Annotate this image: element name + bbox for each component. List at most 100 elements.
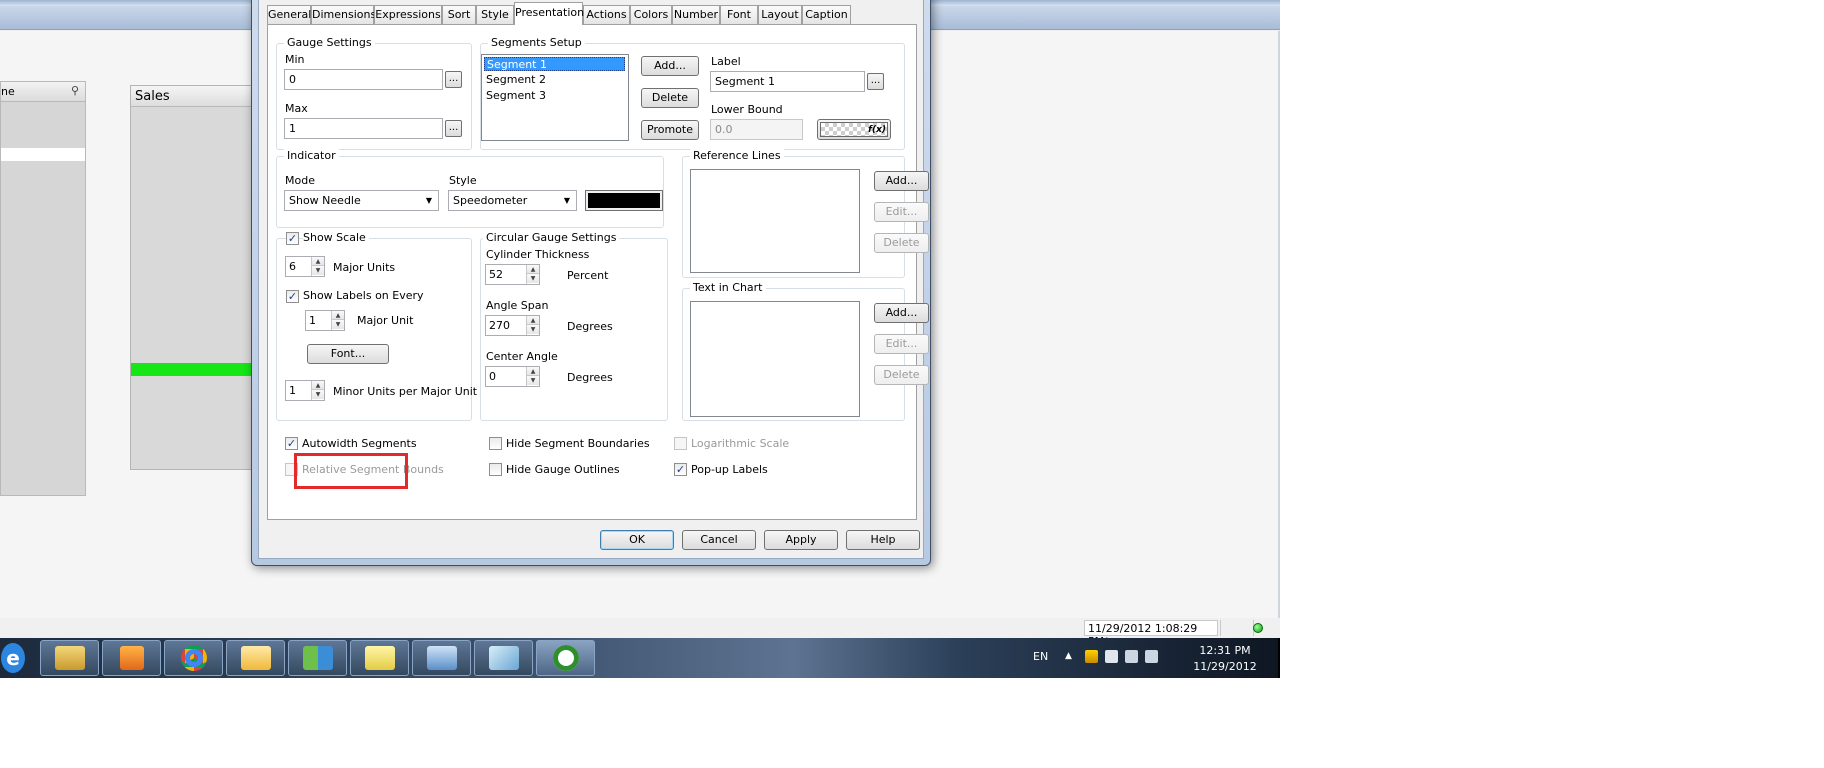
language-indicator[interactable]: EN [1033,650,1048,663]
taskbar-internet-explorer[interactable]: e [0,640,26,676]
autowidth-segments-checkbox[interactable]: ✓ [285,437,298,450]
tab-general[interactable]: General [267,5,311,24]
indicator-color-button[interactable] [585,190,663,211]
segment-label-field[interactable]: Segment 1 [710,71,865,92]
spin-down-icon[interactable]: ▼ [312,390,324,399]
tab-font[interactable]: Font [720,5,758,24]
taskbar-sticky-notes[interactable] [350,640,409,676]
spin-down-icon[interactable]: ▼ [527,274,539,283]
power-icon[interactable] [1105,650,1118,663]
spinner-buttons[interactable]: ▲ ▼ [526,265,539,284]
sales-chart-object[interactable]: Sales [130,85,265,470]
taskbar-file-explorer[interactable] [40,640,99,676]
listbox-row[interactable] [1,148,85,161]
taskbar-word-pad[interactable] [474,640,533,676]
hide-segment-boundaries-checkbox[interactable] [489,437,502,450]
taskbar-media-player[interactable] [102,640,161,676]
show-labels-checkbox[interactable]: ✓ [286,290,299,303]
major-units-spinner[interactable]: 6 ▲ ▼ [285,256,325,277]
segment-item-3[interactable]: Segment 3 [484,89,625,103]
spin-down-icon[interactable]: ▼ [312,266,324,275]
apply-button[interactable]: Apply [764,530,838,550]
tab-actions[interactable]: Actions [583,5,630,24]
taskbar-remote-desktop[interactable] [412,640,471,676]
promote-segment-button[interactable]: Promote [641,120,699,140]
chevron-down-icon: ▼ [563,196,571,205]
mode-dropdown[interactable]: Show Needle ▼ [284,190,439,211]
clock-date[interactable]: 11/29/2012 [1190,660,1260,673]
spin-up-icon[interactable]: ▲ [527,367,539,376]
spin-down-icon[interactable]: ▼ [332,320,344,329]
sales-chart-header[interactable]: Sales [131,86,264,107]
reference-lines-list[interactable] [690,169,860,273]
tray-expand-icon[interactable]: ▲ [1065,651,1072,661]
taskbar-outlook[interactable] [226,640,285,676]
tab-sort[interactable]: Sort [442,5,476,24]
add-text-button[interactable]: Add... [874,303,929,323]
delete-text-button[interactable]: Delete [874,365,929,385]
show-scale-checkbox[interactable]: ✓ [286,232,299,245]
spin-up-icon[interactable]: ▲ [332,311,344,320]
tab-number[interactable]: Number [672,5,720,24]
listbox-header[interactable]: ne ⚲ [1,82,85,102]
spinner-buttons[interactable]: ▲ ▼ [311,381,324,400]
spin-up-icon[interactable]: ▲ [312,381,324,390]
help-button[interactable]: Help [846,530,920,550]
tab-presentation[interactable]: Presentation [514,2,584,25]
spinner-buttons[interactable]: ▲ ▼ [331,311,344,330]
edit-reference-line-button[interactable]: Edit... [874,202,929,222]
font-button[interactable]: Font... [307,344,389,364]
segment-item-1[interactable]: Segment 1 [484,57,625,71]
max-field[interactable]: 1 [284,118,443,139]
add-segment-button[interactable]: Add... [641,56,699,76]
listbox-object[interactable]: ne ⚲ [0,81,86,496]
minor-units-spinner[interactable]: 1 ▲ ▼ [285,380,325,401]
center-angle-spinner[interactable]: 0 ▲ ▼ [485,366,540,387]
text-in-chart-list[interactable] [690,301,860,417]
style-dropdown[interactable]: Speedometer ▼ [448,190,577,211]
delete-segment-button[interactable]: Delete [641,88,699,108]
network-icon[interactable] [1125,650,1138,663]
search-icon[interactable]: ⚲ [71,84,79,97]
speaker-icon[interactable] [1145,650,1158,663]
segments-list[interactable]: Segment 1 Segment 2 Segment 3 [481,54,629,141]
popup-labels-checkbox[interactable]: ✓ [674,463,687,476]
edit-text-button[interactable]: Edit... [874,334,929,354]
major-unit-spinner[interactable]: 1 ▲ ▼ [305,310,345,331]
spinner-buttons[interactable]: ▲ ▼ [526,316,539,335]
ok-button[interactable]: OK [600,530,674,550]
angle-span-spinner[interactable]: 270 ▲ ▼ [485,315,540,336]
tab-layout[interactable]: Layout [758,5,802,24]
taskbar-messenger[interactable] [288,640,347,676]
segment-label-expression-button[interactable]: ... [867,73,884,90]
min-expression-button[interactable]: ... [445,71,462,88]
hide-gauge-outlines-checkbox[interactable] [489,463,502,476]
action-center-flag-icon[interactable] [1085,650,1098,663]
spin-up-icon[interactable]: ▲ [527,316,539,325]
spin-down-icon[interactable]: ▼ [527,325,539,334]
segment-item-2[interactable]: Segment 2 [484,73,625,87]
delete-reference-line-button[interactable]: Delete [874,233,929,253]
taskbar-chrome[interactable] [164,640,223,676]
spinner-buttons[interactable]: ▲ ▼ [311,257,324,276]
tab-colors[interactable]: Colors [630,5,672,24]
clock-time[interactable]: 12:31 PM [1190,644,1260,657]
spin-down-icon[interactable]: ▼ [527,376,539,385]
max-expression-button[interactable]: ... [445,120,462,137]
logarithmic-scale-checkbox[interactable] [674,437,687,450]
add-reference-line-button[interactable]: Add... [874,171,929,191]
segment-color-button[interactable]: f(x) [817,119,891,140]
taskbar-qlikview[interactable] [536,640,595,676]
tab-style[interactable]: Style [476,5,514,24]
spin-up-icon[interactable]: ▲ [527,265,539,274]
lower-bound-field[interactable]: 0.0 [710,119,803,140]
tab-dimensions[interactable]: Dimensions [311,5,376,24]
tab-expressions[interactable]: Expressions [374,5,442,24]
cancel-button[interactable]: Cancel [682,530,756,550]
cylinder-thickness-spinner[interactable]: 52 ▲ ▼ [485,264,540,285]
spinner-buttons[interactable]: ▲ ▼ [526,367,539,386]
min-field[interactable]: 0 [284,69,443,90]
show-desktop-button[interactable] [1278,638,1280,678]
spin-up-icon[interactable]: ▲ [312,257,324,266]
tab-caption[interactable]: Caption [802,5,851,24]
